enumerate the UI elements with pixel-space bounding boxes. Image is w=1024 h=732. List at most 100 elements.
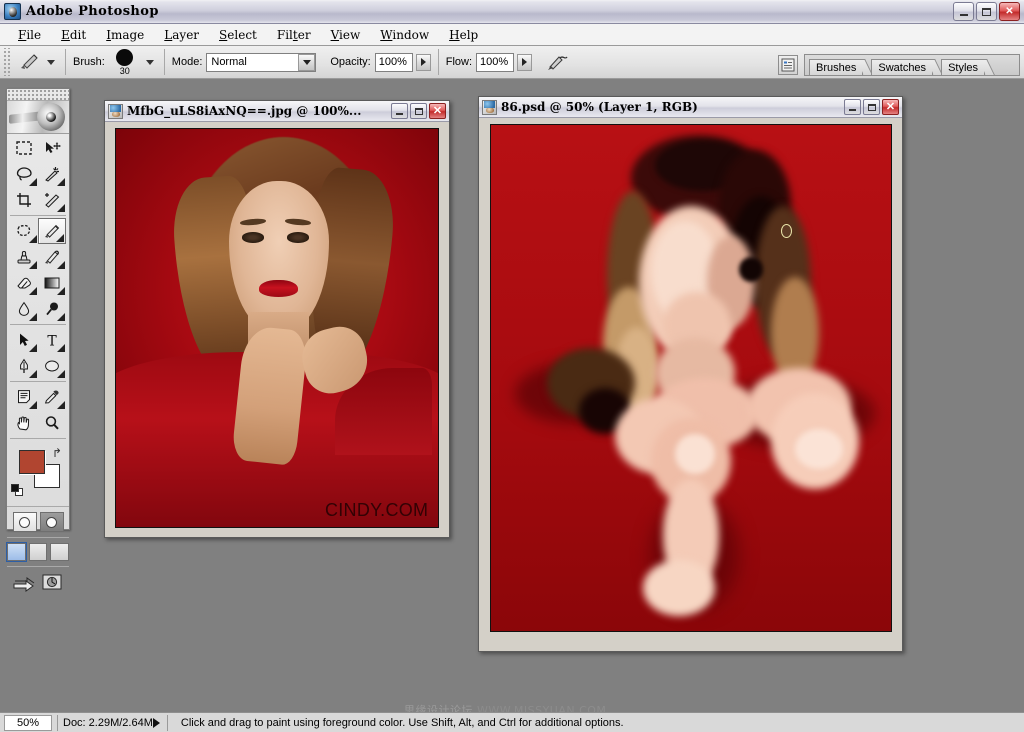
zoom-level-value: 50% — [16, 716, 40, 729]
notes-tool[interactable] — [10, 384, 38, 410]
photoshop-app-icon[interactable] — [4, 3, 21, 20]
pen-tool[interactable] — [10, 353, 38, 379]
blur-tool[interactable] — [10, 296, 38, 322]
healing-brush-tool[interactable] — [10, 218, 38, 244]
path-selection-tool[interactable] — [10, 327, 38, 353]
current-tool-preset-icon[interactable] — [16, 50, 42, 74]
minimize-button[interactable] — [953, 2, 974, 21]
document-close-button-photo[interactable]: ✕ — [429, 103, 446, 119]
marquee-tool[interactable] — [10, 135, 38, 161]
document-window-paint[interactable]: 86.psd @ 50% (Layer 1, RGB) ✕ — [478, 96, 903, 652]
palette-dock-toggle[interactable] — [778, 55, 798, 75]
hand-tool[interactable] — [10, 410, 38, 436]
color-swatch-block: ↱ — [7, 444, 69, 504]
palette-tab-brushes-label: Brushes — [816, 61, 857, 74]
palette-tab-swatches-label: Swatches — [878, 61, 927, 74]
photo-artwork: CINDY.COM — [116, 129, 438, 527]
document-minimize-button-paint[interactable] — [844, 99, 861, 115]
default-colors-icon[interactable] — [11, 484, 24, 497]
photo-face — [228, 180, 329, 332]
photo-eye-right — [286, 232, 310, 243]
menu-filter[interactable]: Filter — [267, 26, 321, 44]
menu-view[interactable]: View — [321, 26, 371, 44]
flow-input[interactable]: 100% — [476, 52, 515, 72]
application-titlebar: Adobe Photoshop ✕ — [0, 0, 1024, 24]
menu-window[interactable]: Window — [370, 26, 439, 44]
document-maximize-button-photo[interactable] — [410, 103, 427, 119]
status-menu-arrow-icon[interactable] — [152, 717, 160, 728]
eraser-tool[interactable] — [10, 270, 38, 296]
opacity-input[interactable]: 100% — [374, 52, 413, 72]
close-icon: ✕ — [1005, 5, 1014, 17]
document-canvas-area-photo: CINDY.COM — [105, 122, 449, 537]
canvas-paint[interactable] — [489, 124, 892, 632]
dodge-tool[interactable] — [38, 296, 66, 322]
minimize-icon — [396, 112, 403, 115]
blend-mode-chevron-down-icon[interactable] — [298, 53, 316, 71]
status-hint-text: Click and drag to paint using foreground… — [180, 716, 624, 729]
photo-lips — [259, 280, 298, 297]
menu-select[interactable]: Select — [209, 26, 267, 44]
minimize-icon — [849, 108, 856, 111]
slice-tool[interactable] — [38, 187, 66, 213]
photoshop-eye-icon — [37, 103, 65, 131]
document-window-photo[interactable]: MfbG_uLS8iAxNQ==.jpg @ 100%... ✕ CINDY.C… — [104, 100, 450, 538]
document-titlebar-photo[interactable]: MfbG_uLS8iAxNQ==.jpg @ 100%... ✕ — [105, 101, 449, 122]
swap-colors-icon[interactable]: ↱ — [52, 446, 62, 460]
zoom-level-input[interactable]: 50% — [4, 714, 52, 731]
history-brush-tool[interactable] — [38, 244, 66, 270]
foreground-color-swatch[interactable] — [19, 450, 45, 474]
shape-tool[interactable] — [38, 353, 66, 379]
crop-tool[interactable] — [10, 187, 38, 213]
menu-edit[interactable]: Edit — [51, 26, 96, 44]
toolbox-drag-handle[interactable] — [7, 89, 69, 101]
blend-mode-select[interactable]: Normal — [206, 52, 317, 72]
menu-layer[interactable]: Layer — [154, 26, 209, 44]
eyedropper-tool[interactable] — [38, 384, 66, 410]
palette-tab-brushes[interactable]: Brushes — [809, 59, 864, 75]
document-title-photo: MfbG_uLS8iAxNQ==.jpg @ 100%... — [127, 104, 362, 118]
canvas-photo[interactable]: CINDY.COM — [115, 128, 439, 528]
lasso-tool[interactable] — [10, 161, 38, 187]
options-separator-1 — [65, 49, 66, 75]
status-separator-2 — [166, 714, 168, 731]
flow-value: 100% — [480, 56, 509, 68]
paint-highlight-1 — [674, 433, 715, 475]
magic-wand-tool[interactable] — [38, 161, 66, 187]
brush-tool[interactable] — [38, 218, 66, 244]
jump-to-imageready-button[interactable] — [12, 572, 38, 595]
toolbox-divider-4 — [10, 438, 66, 439]
standard-screen-mode-button[interactable] — [6, 542, 27, 562]
maximize-button[interactable] — [976, 2, 997, 21]
menu-file[interactable]: File — [8, 26, 51, 44]
menu-image[interactable]: Image — [96, 26, 154, 44]
airbrush-toggle-button[interactable] — [544, 50, 570, 74]
palette-tab-styles[interactable]: Styles — [941, 59, 986, 75]
brush-circle-cursor — [780, 223, 792, 238]
document-minimize-button-photo[interactable] — [391, 103, 408, 119]
document-close-button-paint[interactable]: ✕ — [882, 99, 899, 115]
zoom-magnifier-icon — [45, 416, 59, 430]
document-titlebar-paint[interactable]: 86.psd @ 50% (Layer 1, RGB) ✕ — [479, 97, 902, 118]
toolbox-divider-5 — [7, 506, 69, 507]
standard-mode-button[interactable] — [12, 512, 37, 532]
zoom-tool[interactable] — [38, 410, 66, 436]
menu-help[interactable]: Help — [439, 26, 488, 44]
brush-preview[interactable]: 30 — [110, 48, 140, 76]
close-button[interactable]: ✕ — [999, 2, 1020, 21]
quick-mask-mode-button[interactable] — [39, 512, 64, 532]
flow-slider-button[interactable] — [517, 53, 533, 71]
type-tool[interactable]: T — [38, 327, 66, 353]
jump-to-other-app-button[interactable] — [41, 572, 65, 595]
clone-stamp-tool[interactable] — [10, 244, 38, 270]
palette-tab-swatches[interactable]: Swatches — [871, 59, 934, 75]
full-screen-with-menubar-button[interactable] — [28, 543, 48, 561]
options-bar-grip[interactable] — [2, 48, 11, 76]
document-maximize-button-paint[interactable] — [863, 99, 880, 115]
gradient-tool[interactable] — [38, 270, 66, 296]
move-tool[interactable] — [38, 135, 66, 161]
opacity-slider-button[interactable] — [415, 53, 431, 71]
full-screen-mode-button[interactable] — [50, 543, 70, 561]
brush-picker-chevron-down-icon[interactable] — [145, 59, 154, 65]
tool-preset-chevron-down-icon[interactable] — [47, 59, 55, 65]
